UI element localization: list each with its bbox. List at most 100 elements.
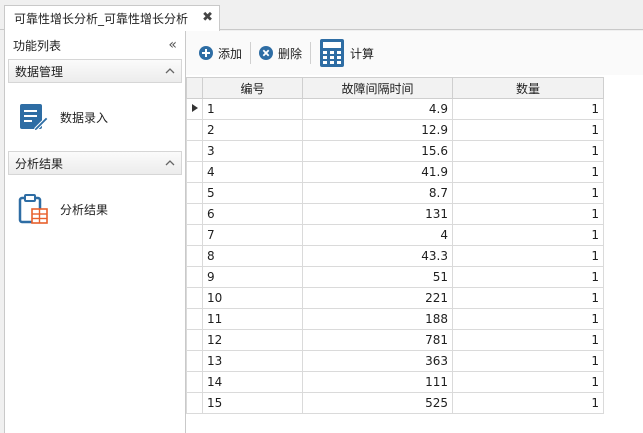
cell-failure-interval[interactable]: 12.9 (302, 119, 453, 141)
table-row[interactable]: 15 525 1 (186, 392, 604, 414)
cell-id[interactable]: 4 (202, 161, 303, 183)
delete-circle-icon (259, 46, 274, 60)
table-row[interactable]: 13 363 1 (186, 350, 604, 372)
nav-item-data-entry[interactable]: 数据录入 (15, 99, 108, 135)
cell-id[interactable]: 15 (202, 392, 303, 414)
cell-quantity[interactable]: 1 (452, 329, 604, 351)
cell-id[interactable]: 9 (202, 266, 303, 288)
row-indicator[interactable] (186, 224, 203, 246)
row-indicator[interactable] (186, 140, 203, 162)
row-indicator[interactable] (186, 119, 203, 141)
table-row[interactable]: 6 131 1 (186, 203, 604, 225)
cell-id[interactable]: 14 (202, 371, 303, 393)
cell-id[interactable]: 7 (202, 224, 303, 246)
table-row[interactable]: 10 221 1 (186, 287, 604, 309)
column-header-failure-interval[interactable]: 故障间隔时间 (302, 77, 453, 99)
column-header-id[interactable]: 编号 (202, 77, 303, 99)
cell-failure-interval[interactable]: 188 (302, 308, 453, 330)
cell-quantity[interactable]: 1 (452, 203, 604, 225)
row-indicator[interactable] (186, 287, 203, 309)
cell-id[interactable]: 6 (202, 203, 303, 225)
nav-item-analysis-results[interactable]: 分析结果 (15, 191, 108, 227)
table-row[interactable]: 4 41.9 1 (186, 161, 604, 183)
cell-id[interactable]: 8 (202, 245, 303, 267)
cell-failure-interval[interactable]: 4 (302, 224, 453, 246)
table-row[interactable]: 5 8.7 1 (186, 182, 604, 204)
cell-quantity[interactable]: 1 (452, 224, 604, 246)
cell-quantity[interactable]: 1 (452, 392, 604, 414)
cell-failure-interval[interactable]: 363 (302, 350, 453, 372)
grid-corner (186, 77, 203, 99)
clipboard-table-icon (15, 191, 51, 227)
row-indicator[interactable] (186, 329, 203, 351)
cell-quantity[interactable]: 1 (452, 350, 604, 372)
table-row[interactable]: 12 781 1 (186, 329, 604, 351)
row-indicator[interactable] (186, 392, 203, 414)
group-header-data-management[interactable]: 数据管理 (8, 59, 182, 83)
cell-quantity[interactable]: 1 (452, 161, 604, 183)
cell-failure-interval[interactable]: 131 (302, 203, 453, 225)
cell-failure-interval[interactable]: 43.3 (302, 245, 453, 267)
table-row[interactable]: 2 12.9 1 (186, 119, 604, 141)
toolbar-separator (310, 42, 312, 64)
row-indicator[interactable] (186, 308, 203, 330)
cell-failure-interval[interactable]: 15.6 (302, 140, 453, 162)
group-title: 数据管理 (15, 64, 64, 79)
function-list-pane: 功能列表 « 数据管理 数据录入 分析结果 分析结果 (4, 31, 186, 433)
table-row[interactable]: 9 51 1 (186, 266, 604, 288)
cell-quantity[interactable]: 1 (452, 245, 604, 267)
row-indicator[interactable] (186, 371, 203, 393)
cell-quantity[interactable]: 1 (452, 98, 604, 120)
row-indicator[interactable] (186, 350, 203, 372)
table-row[interactable]: 8 43.3 1 (186, 245, 604, 267)
row-indicator[interactable] (186, 161, 203, 183)
group-header-analysis-results[interactable]: 分析结果 (8, 151, 182, 175)
plus-circle-icon (199, 46, 213, 60)
table-row[interactable]: 1 4.9 1 (186, 98, 604, 120)
cell-quantity[interactable]: 1 (452, 308, 604, 330)
collapse-pane-icon[interactable]: « (168, 37, 176, 53)
cell-failure-interval[interactable]: 525 (302, 392, 453, 414)
toolbar-separator (250, 42, 252, 64)
row-indicator-current-icon[interactable] (186, 98, 203, 120)
cell-failure-interval[interactable]: 8.7 (302, 182, 453, 204)
group-body-analysis-results: 分析结果 (5, 175, 185, 243)
function-list-header: 功能列表 « (5, 31, 185, 59)
cell-failure-interval[interactable]: 781 (302, 329, 453, 351)
cell-failure-interval[interactable]: 4.9 (302, 98, 453, 120)
row-indicator[interactable] (186, 203, 203, 225)
add-button[interactable]: 添加 (194, 38, 247, 68)
table-row[interactable]: 3 15.6 1 (186, 140, 604, 162)
table-row[interactable]: 14 111 1 (186, 371, 604, 393)
delete-button[interactable]: 删除 (254, 38, 307, 68)
group-body-data-management: 数据录入 (5, 83, 185, 151)
document-tab[interactable]: 可靠性增长分析_可靠性增长分析 ✖ (4, 5, 220, 31)
calculate-button[interactable]: 计算 (314, 38, 379, 68)
cell-quantity[interactable]: 1 (452, 182, 604, 204)
document-tab-title: 可靠性增长分析_可靠性增长分析 (14, 12, 189, 26)
table-row[interactable]: 11 188 1 (186, 308, 604, 330)
cell-id[interactable]: 2 (202, 119, 303, 141)
cell-id[interactable]: 5 (202, 182, 303, 204)
cell-id[interactable]: 10 (202, 287, 303, 309)
row-indicator[interactable] (186, 182, 203, 204)
cell-failure-interval[interactable]: 51 (302, 266, 453, 288)
cell-quantity[interactable]: 1 (452, 119, 604, 141)
cell-failure-interval[interactable]: 221 (302, 287, 453, 309)
row-indicator[interactable] (186, 245, 203, 267)
table-row[interactable]: 741 (186, 224, 604, 246)
row-indicator[interactable] (186, 266, 203, 288)
cell-quantity[interactable]: 1 (452, 287, 604, 309)
cell-quantity[interactable]: 1 (452, 266, 604, 288)
cell-failure-interval[interactable]: 41.9 (302, 161, 453, 183)
cell-id[interactable]: 3 (202, 140, 303, 162)
cell-quantity[interactable]: 1 (452, 140, 604, 162)
cell-failure-interval[interactable]: 111 (302, 371, 453, 393)
cell-id[interactable]: 12 (202, 329, 303, 351)
cell-id[interactable]: 1 (202, 98, 303, 120)
cell-id[interactable]: 13 (202, 350, 303, 372)
cell-id[interactable]: 11 (202, 308, 303, 330)
column-header-quantity[interactable]: 数量 (452, 77, 604, 99)
close-icon[interactable]: ✖ (202, 10, 213, 25)
cell-quantity[interactable]: 1 (452, 371, 604, 393)
